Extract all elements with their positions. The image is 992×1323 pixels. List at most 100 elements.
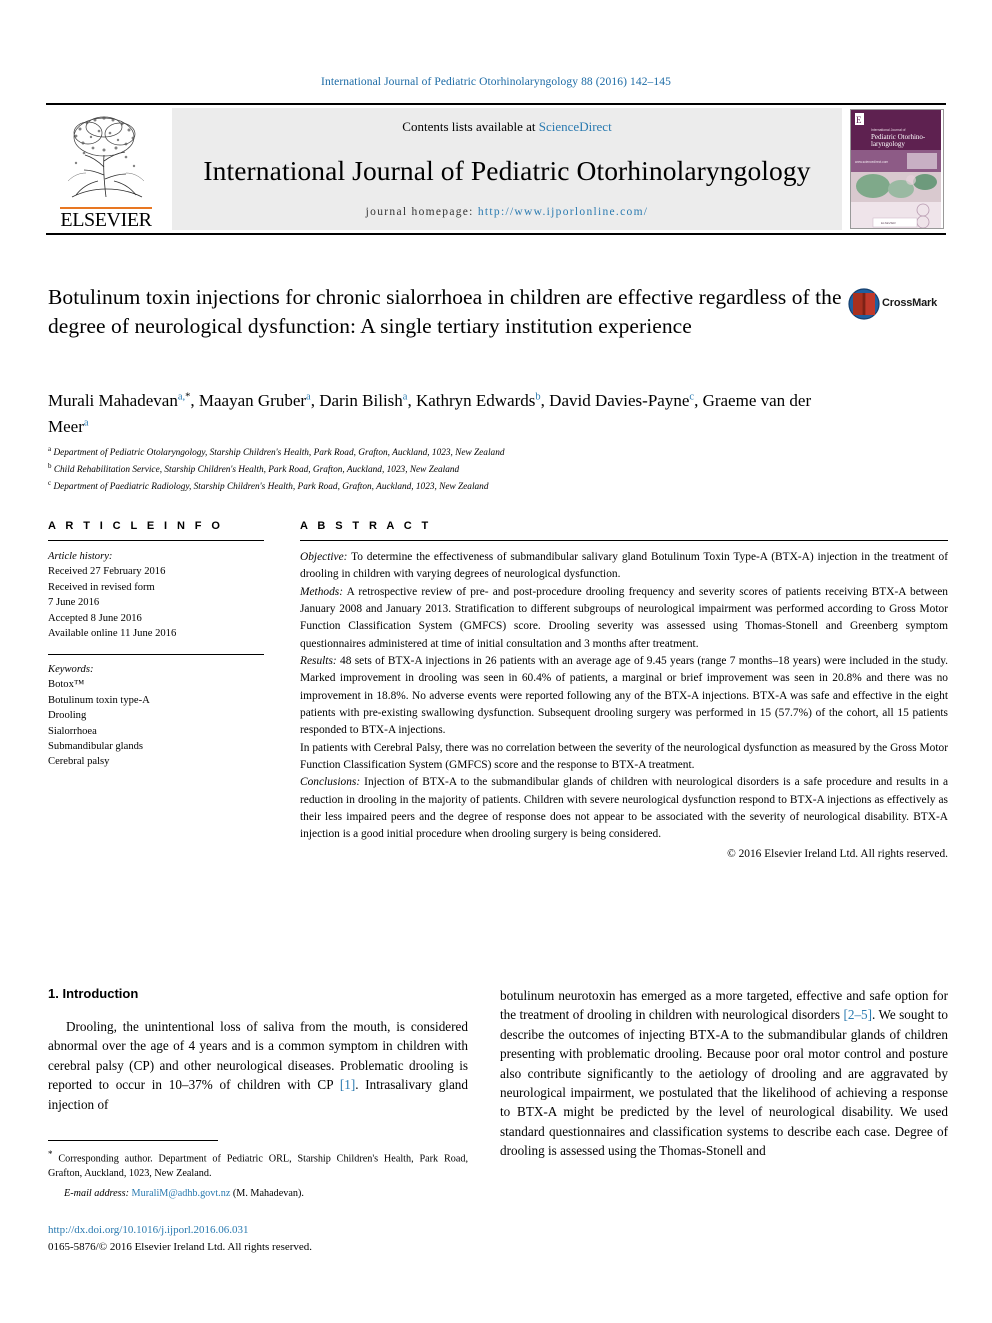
- abstract-paragraph-results: Results: 48 sets of BTX-A injections in …: [300, 653, 948, 740]
- svg-text:E: E: [856, 115, 862, 125]
- author-item: Darin Bilisha,: [319, 391, 416, 410]
- article-history-label: Article history:: [48, 551, 113, 562]
- keyword-item: Botulinum toxin type-A: [48, 694, 150, 706]
- author-name: Darin Bilish: [319, 391, 403, 410]
- article-info-heading: A R T I C L E I N F O: [48, 520, 224, 532]
- doi-block: http://dx.doi.org/10.1016/j.ijporl.2016.…: [48, 1222, 468, 1255]
- keyword-item: Sialorrhoea: [48, 725, 97, 737]
- history-item: Accepted 8 June 2016: [48, 612, 142, 624]
- affiliation-text: Department of Pediatric Otolaryngology, …: [53, 448, 505, 459]
- masthead-center-panel: Contents lists available at ScienceDirec…: [172, 108, 842, 230]
- section-heading-introduction: 1. Introduction: [48, 986, 139, 1001]
- keyword-item: Cerebral palsy: [48, 756, 110, 768]
- crossmark-badge[interactable]: CrossMark: [848, 288, 948, 322]
- abstract-section: A B S T R A C T Objective: To determine …: [300, 520, 948, 863]
- author-name: Kathryn Edwards: [415, 391, 536, 410]
- journal-homepage-link[interactable]: http://www.ijporlonline.com/: [478, 206, 648, 218]
- introduction-right-column: botulinum neurotoxin has emerged as a mo…: [500, 986, 948, 1161]
- svg-text:ELSEVIER: ELSEVIER: [881, 221, 897, 225]
- article-title: Botulinum toxin injections for chronic s…: [48, 285, 842, 338]
- citation-ref-2-5[interactable]: [2–5]: [843, 1007, 872, 1022]
- citation-ref-1[interactable]: [1]: [340, 1077, 355, 1092]
- affiliation-text: Child Rehabilitation Service, Starship C…: [53, 465, 460, 476]
- keywords-label: Keywords:: [48, 663, 94, 675]
- abstract-copyright: © 2016 Elsevier Ireland Ltd. All rights …: [727, 847, 948, 860]
- journal-homepage-line: journal homepage: http://www.ijporlonlin…: [366, 206, 649, 218]
- history-item: 7 June 2016: [48, 597, 100, 609]
- abstract-paragraph-methods: Methods: A retrospective review of pre- …: [300, 584, 948, 653]
- contents-available-line: Contents lists available at ScienceDirec…: [402, 119, 611, 135]
- author-list: Murali Mahadevana,*, Maayan Grubera, Dar…: [48, 388, 848, 439]
- intro-paragraph-right: botulinum neurotoxin has emerged as a mo…: [500, 986, 948, 1161]
- crossmark-label: CrossMark: [882, 297, 938, 309]
- abstract-heading: A B S T R A C T: [300, 520, 432, 532]
- introduction-left-column: 1. Introduction Drooling, the unintentio…: [48, 986, 468, 1114]
- abstract-body: Objective: To determine the effectivenes…: [300, 549, 948, 863]
- svg-text:laryngology: laryngology: [871, 140, 905, 148]
- abstract-paragraph-results-2: In patients with Cerebral Palsy, there w…: [300, 741, 948, 771]
- crossmark-icon: [848, 288, 880, 320]
- abstract-paragraph-conclusions: Conclusions: Injection of BTX-A to the s…: [300, 774, 948, 843]
- article-history-block: Article history: Received 27 February 20…: [48, 549, 264, 642]
- affiliation-text: Department of Paediatric Radiology, Star…: [53, 482, 489, 493]
- article-info-section: A R T I C L E I N F O Article history: R…: [48, 520, 264, 770]
- intro-right-text-b: . We sought to describe the outcomes of …: [500, 1007, 948, 1159]
- corresponding-author-text: Corresponding author. Department of Pedi…: [48, 1153, 468, 1180]
- author-item: Kathryn Edwardsb,: [415, 391, 550, 410]
- objective-label: Objective:: [300, 551, 348, 563]
- history-item: Received in revised form: [48, 581, 155, 593]
- svg-text:www.sciencedirect.com: www.sciencedirect.com: [855, 160, 888, 164]
- author-name: Maayan Gruber: [198, 391, 307, 410]
- cover-art-icon: E International Journal of Pediatric Oto…: [851, 110, 941, 228]
- affiliation-item: b Child Rehabilitation Service, Starship…: [48, 461, 848, 478]
- affiliation-mark: a: [48, 445, 52, 453]
- author-affiliation-mark: a: [306, 391, 311, 403]
- doi-link[interactable]: http://dx.doi.org/10.1016/j.ijporl.2016.…: [48, 1222, 468, 1239]
- objective-text: To determine the effectiveness of subman…: [300, 551, 948, 581]
- issn-copyright-line: 0165-5876/© 2016 Elsevier Ireland Ltd. A…: [48, 1240, 313, 1253]
- divider: [48, 540, 264, 541]
- keyword-item: Drooling: [48, 710, 87, 722]
- affiliation-mark: b: [48, 462, 52, 471]
- keyword-item: Botox™: [48, 679, 85, 691]
- email-suffix: (M. Mahadevan).: [230, 1187, 304, 1199]
- keyword-item: Submandibular glands: [48, 740, 144, 752]
- affiliation-list: a Department of Pediatric Otolaryngology…: [48, 444, 848, 495]
- journal-masthead: ELSEVIER Contents lists available at Sci…: [46, 103, 946, 235]
- elsevier-tree-icon: [67, 116, 145, 198]
- corresponding-author-note: * Corresponding author. Department of Pe…: [48, 1148, 468, 1182]
- elsevier-wordmark: ELSEVIER: [60, 207, 152, 231]
- intro-paragraph-left: Drooling, the unintentional loss of sali…: [48, 1017, 468, 1114]
- author-affiliation-mark: a: [83, 416, 89, 428]
- affiliation-item: c Department of Paediatric Radiology, St…: [48, 478, 848, 495]
- results-label: Results:: [300, 654, 337, 667]
- affiliation-item: a Department of Pediatric Otolaryngology…: [48, 444, 848, 461]
- history-item: Received 27 February 2016: [48, 566, 166, 578]
- journal-article-page: International Journal of Pediatric Otorh…: [0, 0, 992, 1323]
- sciencedirect-link[interactable]: ScienceDirect: [539, 119, 612, 134]
- author-item: Maayan Grubera,: [198, 391, 320, 410]
- email-note: E-mail address: MuraliM@adhb.govt.nz (M.…: [48, 1187, 468, 1202]
- results-text: 48 sets of BTX-A injections in 26 patien…: [300, 654, 948, 737]
- conclusions-label: Conclusions:: [300, 776, 361, 789]
- corresponding-author-marker: *: [185, 391, 191, 403]
- elsevier-logo: ELSEVIER: [46, 105, 166, 233]
- author-affiliation-mark: b: [535, 391, 541, 403]
- history-item: Available online 11 June 2016: [48, 628, 177, 640]
- running-head: International Journal of Pediatric Otorh…: [321, 76, 671, 88]
- email-link[interactable]: MuraliM@adhb.govt.nz: [132, 1188, 231, 1199]
- email-label: E-mail address:: [64, 1187, 129, 1199]
- author-name: Murali Mahadevan: [48, 391, 178, 410]
- author-affiliation-mark: c: [689, 391, 695, 403]
- homepage-prefix: journal homepage:: [365, 206, 478, 218]
- divider: [300, 540, 948, 541]
- footnote-divider: [48, 1140, 218, 1141]
- journal-title: International Journal of Pediatric Otorh…: [203, 154, 811, 186]
- conclusions-text: Injection of BTX-A to the submandibular …: [300, 776, 948, 841]
- footnote-block: * Corresponding author. Department of Pe…: [48, 1148, 468, 1202]
- divider: [48, 653, 264, 655]
- affiliation-mark: c: [48, 479, 52, 488]
- author-item: David Davies-Paynec,: [549, 391, 703, 410]
- methods-text: A retrospective review of pre- and post-…: [300, 585, 948, 650]
- svg-text:International Journal of: International Journal of: [871, 128, 906, 132]
